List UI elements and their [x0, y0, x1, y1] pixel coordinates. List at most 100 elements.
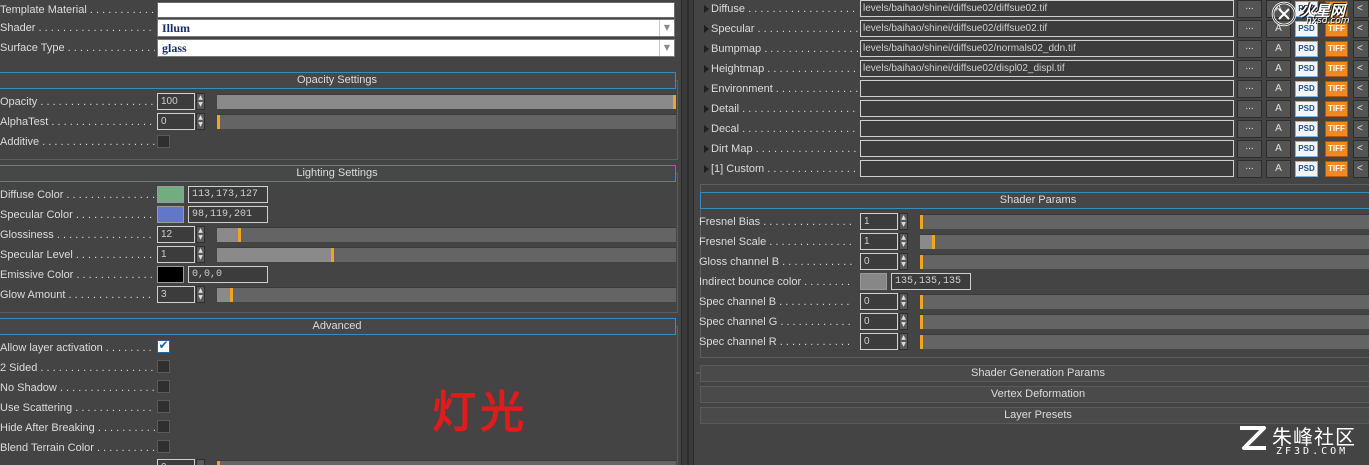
spin-down-icon[interactable]: ▼	[197, 234, 204, 241]
spin-up-icon[interactable]: ▲	[900, 234, 907, 241]
lighting-settings-header[interactable]: Lighting Settings	[0, 165, 676, 182]
slider-thumb[interactable]	[217, 461, 220, 465]
tiff-icon[interactable]: TIFF	[1325, 161, 1348, 177]
texture-path-input[interactable]: levels/baihao/shinei/diffsue02/displ02_d…	[860, 60, 1234, 77]
spec-channel-r-slider[interactable]	[920, 334, 1369, 349]
expand-arrow-icon[interactable]	[704, 65, 709, 73]
fresnel-bias-value[interactable]: 1	[860, 213, 898, 230]
spin-down-icon[interactable]: ▼	[900, 221, 907, 228]
gloss-channel-b-value[interactable]: 0	[860, 253, 898, 270]
spinner-buttons[interactable]: ▲ ▼	[899, 233, 908, 250]
psd-icon[interactable]: PSD	[1295, 121, 1318, 137]
slider-thumb[interactable]	[673, 95, 676, 109]
hide-after-breaking-checkbox[interactable]	[157, 420, 170, 433]
more-button[interactable]: <	[1353, 120, 1369, 138]
slider-thumb[interactable]	[932, 235, 935, 249]
browse-button[interactable]: ...	[1237, 20, 1262, 38]
texture-path-input[interactable]	[860, 120, 1234, 137]
spinner-buttons[interactable]: ▲ ▼	[196, 226, 205, 243]
fresnel-scale-value[interactable]: 1	[860, 233, 898, 250]
allow-layer-activation-checkbox[interactable]: ✔	[157, 339, 170, 353]
tiff-icon[interactable]: TIFF	[1325, 141, 1348, 157]
spin-up-icon[interactable]: ▲	[900, 214, 907, 221]
texture-path-input[interactable]	[860, 80, 1234, 97]
texture-path-input[interactable]: levels/baihao/shinei/diffsue02/diffsue02…	[860, 0, 1234, 17]
two-sided-checkbox[interactable]	[157, 360, 170, 373]
texture-a-button[interactable]: A	[1266, 40, 1291, 58]
slider-thumb[interactable]	[331, 248, 334, 262]
fresnel-scale-spinner[interactable]: 1 ▲ ▼	[860, 233, 908, 250]
spinner-buttons[interactable]: ▲ ▼	[899, 213, 908, 230]
spinner-buttons[interactable]	[196, 459, 205, 465]
spec-channel-g-slider[interactable]	[920, 314, 1369, 329]
no-shadow-checkbox[interactable]	[157, 380, 170, 393]
glow-amount-slider[interactable]	[217, 287, 676, 302]
spin-down-icon[interactable]: ▼	[197, 254, 204, 261]
spinner-buttons[interactable]: ▲ ▼	[196, 93, 205, 110]
surface-type-dropdown[interactable]: glass ▼	[157, 39, 675, 57]
alphatest-slider[interactable]	[217, 114, 676, 129]
spinner-buttons[interactable]: ▲ ▼	[196, 113, 205, 130]
more-button[interactable]: <	[1353, 40, 1369, 58]
opacity-value[interactable]: 100	[157, 93, 195, 110]
expand-arrow-icon[interactable]	[704, 45, 709, 53]
browse-button[interactable]: ...	[1237, 0, 1262, 18]
spinner-buttons[interactable]: ▲ ▼	[899, 293, 908, 310]
glossiness-slider[interactable]	[217, 227, 676, 242]
spin-up-icon[interactable]: ▲	[197, 114, 204, 121]
texture-a-button[interactable]: A	[1266, 160, 1291, 178]
expand-arrow-icon[interactable]	[704, 125, 709, 133]
additive-checkbox[interactable]	[157, 135, 170, 148]
partial-spinner-value[interactable]: 0	[157, 459, 195, 465]
glossiness-spinner[interactable]: 12 ▲ ▼	[157, 226, 205, 243]
expand-arrow-icon[interactable]	[704, 165, 709, 173]
texture-path-input[interactable]	[860, 100, 1234, 117]
browse-button[interactable]: ...	[1237, 160, 1262, 178]
partial-spinner[interactable]: 0	[157, 459, 205, 465]
texture-a-button[interactable]: A	[1266, 80, 1291, 98]
texture-a-button[interactable]: A	[1266, 140, 1291, 158]
texture-a-button[interactable]: A	[1266, 60, 1291, 78]
opacity-settings-header[interactable]: Opacity Settings	[0, 72, 676, 89]
partial-slider[interactable]	[217, 460, 676, 465]
spin-up-icon[interactable]: ▲	[197, 94, 204, 101]
spec-channel-g-spinner[interactable]: 0 ▲ ▼	[860, 313, 908, 330]
tiff-icon[interactable]: TIFF	[1325, 121, 1348, 137]
spin-down-icon[interactable]: ▼	[197, 294, 204, 301]
more-button[interactable]: <	[1353, 80, 1369, 98]
indirect-bounce-color-input[interactable]: 135,135,135	[891, 273, 971, 290]
browse-button[interactable]: ...	[1237, 60, 1262, 78]
texture-path-input[interactable]: levels/baihao/shinei/diffsue02/normals02…	[860, 40, 1234, 57]
specular-level-spinner[interactable]: 1 ▲ ▼	[157, 246, 205, 263]
browse-button[interactable]: ...	[1237, 40, 1262, 58]
texture-path-input[interactable]	[860, 160, 1234, 177]
emissive-color-swatch[interactable]	[157, 266, 184, 283]
expand-arrow-icon[interactable]	[704, 145, 709, 153]
spin-down-icon[interactable]: ▼	[900, 321, 907, 328]
texture-a-button[interactable]: A	[1266, 100, 1291, 118]
spin-down-icon[interactable]: ▼	[197, 121, 204, 128]
spin-up-icon[interactable]: ▲	[900, 314, 907, 321]
emissive-color-input[interactable]: 0,0,0	[188, 266, 268, 283]
vertex-deformation-header[interactable]: Vertex Deformation	[700, 386, 1369, 403]
texture-path-input[interactable]	[860, 140, 1234, 157]
slider-thumb[interactable]	[920, 255, 923, 269]
psd-icon[interactable]: PSD	[1295, 81, 1318, 97]
texture-a-button[interactable]: A	[1266, 120, 1291, 138]
spec-channel-r-value[interactable]: 0	[860, 333, 898, 350]
more-button[interactable]: <	[1353, 100, 1369, 118]
slider-thumb[interactable]	[238, 228, 241, 242]
spin-down-icon[interactable]: ▼	[900, 301, 907, 308]
fresnel-scale-slider[interactable]	[920, 234, 1369, 249]
spec-channel-r-spinner[interactable]: 0 ▲ ▼	[860, 333, 908, 350]
more-button[interactable]: <	[1353, 140, 1369, 158]
gloss-channel-b-spinner[interactable]: 0 ▲ ▼	[860, 253, 908, 270]
specular-level-value[interactable]: 1	[157, 246, 195, 263]
psd-icon[interactable]: PSD	[1295, 101, 1318, 117]
diffuse-color-input[interactable]: 113,173,127	[188, 186, 268, 203]
specular-color-input[interactable]: 98,119,201	[188, 206, 268, 223]
spin-up-icon[interactable]: ▲	[900, 254, 907, 261]
fresnel-bias-spinner[interactable]: 1 ▲ ▼	[860, 213, 908, 230]
slider-thumb[interactable]	[920, 315, 923, 329]
spec-channel-b-spinner[interactable]: 0 ▲ ▼	[860, 293, 908, 310]
